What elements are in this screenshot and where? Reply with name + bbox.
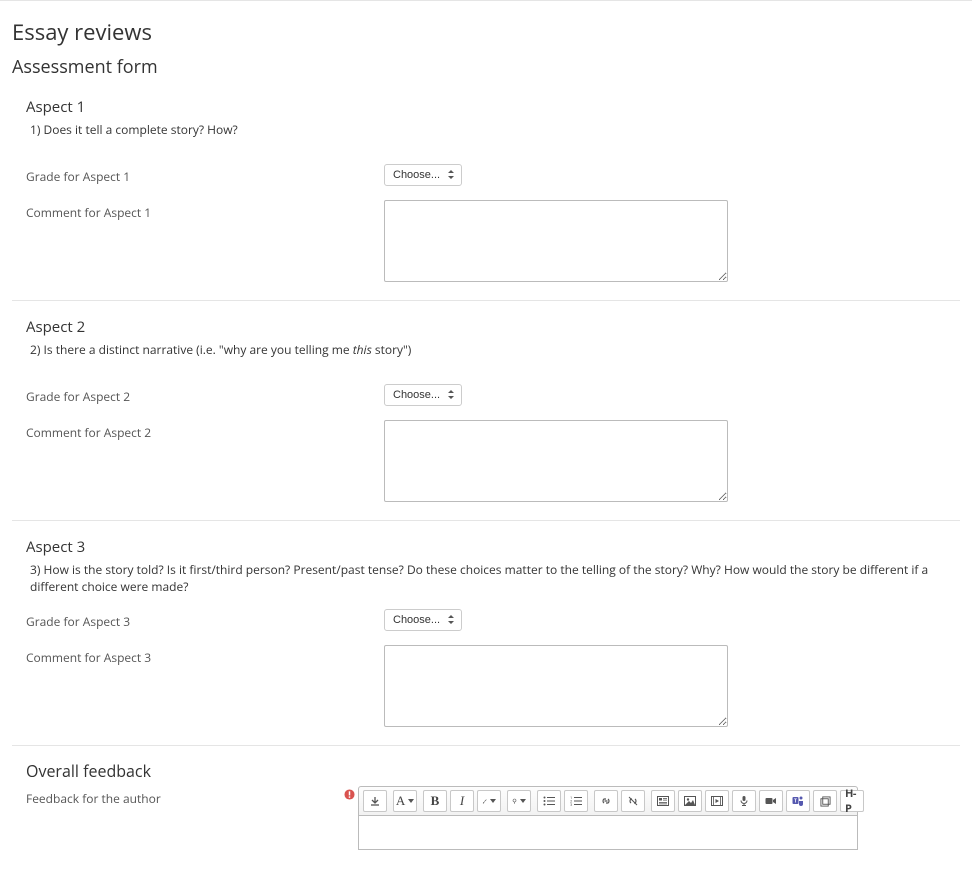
- aspect-3: Aspect 3 3) How is the story told? Is it…: [12, 525, 960, 731]
- toolbar-video-button[interactable]: [759, 790, 783, 812]
- grade-aspect-3-select[interactable]: Choose...: [384, 609, 462, 631]
- aspect-1-desc-text: 1) Does it tell a complete story? How?: [30, 121, 238, 138]
- aspect-3-description: 3) How is the story told? Is it first/th…: [26, 561, 960, 595]
- aspect-1-description: 1) Does it tell a complete story? How?: [26, 121, 960, 138]
- toolbar-embed-button[interactable]: [651, 790, 675, 812]
- comment-aspect-3-label: Comment for Aspect 3: [26, 645, 384, 666]
- aspect-2-desc-prefix: 2) Is there a distinct narrative (i.e. "…: [30, 341, 353, 358]
- comment-aspect-2-textarea[interactable]: [384, 420, 728, 502]
- aspect-2-desc-italic: this: [353, 341, 372, 358]
- toolbar-unlink-button[interactable]: [621, 790, 645, 812]
- toolbar-collapse-button[interactable]: [363, 790, 387, 812]
- divider: [12, 300, 960, 301]
- aspect-2-description: 2) Is there a distinct narrative (i.e. "…: [26, 341, 960, 358]
- overall-feedback-heading: Overall feedback: [26, 760, 960, 782]
- toolbar-ul-button[interactable]: [537, 790, 561, 812]
- toolbar-mic-button[interactable]: [732, 790, 756, 812]
- grade-aspect-2-label: Grade for Aspect 2: [26, 384, 384, 405]
- toolbar-styles-button[interactable]: A: [393, 790, 417, 812]
- aspect-2-heading: Aspect 2: [26, 317, 960, 337]
- editor-toolbar: A B I 123: [358, 786, 858, 816]
- divider: [12, 745, 960, 746]
- grade-aspect-3-label: Grade for Aspect 3: [26, 609, 384, 630]
- toolbar-bold-button[interactable]: B: [423, 790, 447, 812]
- toolbar-teams-button[interactable]: T: [786, 790, 810, 812]
- toolbar-ol-button[interactable]: 123: [564, 790, 588, 812]
- divider: [12, 520, 960, 521]
- aspect-2: Aspect 2 2) Is there a distinct narrativ…: [12, 305, 960, 506]
- toolbar-link-button[interactable]: [594, 790, 618, 812]
- grade-aspect-1-label: Grade for Aspect 1: [26, 164, 384, 185]
- page-title: Essay reviews: [12, 17, 960, 47]
- svg-text:T: T: [794, 799, 797, 805]
- feedback-author-label: Feedback for the author: [26, 786, 364, 807]
- toolbar-media-button[interactable]: [705, 790, 729, 812]
- comment-aspect-2-label: Comment for Aspect 2: [26, 420, 384, 441]
- grade-aspect-1-select[interactable]: Choose...: [384, 164, 462, 186]
- comment-aspect-1-label: Comment for Aspect 1: [26, 200, 384, 221]
- toolbar-brush-button[interactable]: [477, 790, 501, 812]
- aspect-1-heading: Aspect 1: [26, 97, 960, 117]
- form-title: Assessment form: [12, 55, 960, 79]
- required-icon: [344, 786, 358, 804]
- comment-aspect-1-textarea[interactable]: [384, 200, 728, 282]
- aspect-3-heading: Aspect 3: [26, 537, 960, 557]
- toolbar-files-button[interactable]: [813, 790, 837, 812]
- toolbar-italic-button[interactable]: I: [450, 790, 474, 812]
- toolbar-h5p-button[interactable]: H-P: [840, 790, 864, 812]
- aspect-3-desc-text: 3) How is the story told? Is it first/th…: [30, 561, 928, 595]
- toolbar-bulb-button[interactable]: [507, 790, 531, 812]
- grade-aspect-2-select[interactable]: Choose...: [384, 384, 462, 406]
- aspect-1: Aspect 1 1) Does it tell a complete stor…: [12, 85, 960, 286]
- svg-text:3: 3: [570, 803, 573, 806]
- overall-feedback: Overall feedback Feedback for the author…: [12, 750, 960, 850]
- toolbar-image-button[interactable]: [678, 790, 702, 812]
- aspect-2-desc-suffix: story"): [372, 341, 412, 358]
- feedback-editor[interactable]: [358, 816, 858, 850]
- comment-aspect-3-textarea[interactable]: [384, 645, 728, 727]
